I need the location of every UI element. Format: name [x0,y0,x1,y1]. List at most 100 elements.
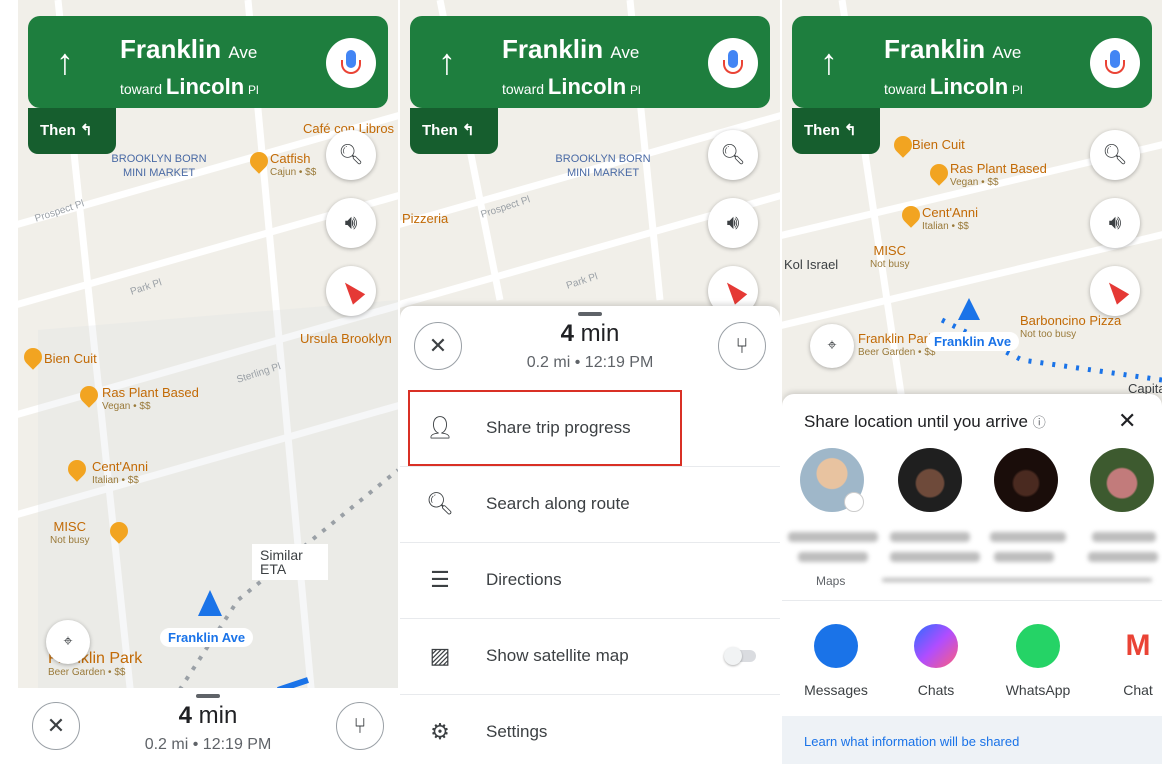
navigation-screen-share: Bien Cuit Ras Plant Based Vegan • $$ Cent… [782,0,1162,764]
poi-bien-cuit[interactable]: Bien Cuit [44,352,97,366]
sheet-handle[interactable] [578,312,602,316]
fork-route-icon: ⑂ [735,333,749,358]
share-app-messages[interactable]: Messages [786,624,886,698]
poi-brooklyn-born[interactable]: BROOKLYN BORN MINI MARKET [104,152,214,180]
nav-toward-suffix: Pl [248,83,259,97]
compass-icon [720,277,748,305]
current-street-label: Franklin Ave [160,628,254,647]
list-icon: ☰ [430,567,450,592]
blurred-contact-name [990,532,1066,542]
poi-centanni[interactable]: Cent'Anni Italian • $$ [922,206,978,234]
menu-search-along-route[interactable]: 🔍︎ Search along route [400,466,780,543]
trip-bottom-bar[interactable]: ✕ 4 min 0.2 mi • 12:19 PM ⑂ [18,688,398,764]
navigation-screen-map: Café con Libros Catfish Cajun • $$ BROOKL… [18,0,398,764]
nav-toward-street: Lincoln [929,74,1009,99]
recenter-location-button[interactable]: ⌖ [810,324,854,368]
nav-street-suffix: Ave [610,43,640,62]
poi-barboncino[interactable]: Barboncino Pizza Not too busy [1020,314,1121,342]
turn-instruction-card[interactable]: ↑ Franklin Ave toward Lincoln Pl [792,16,1152,108]
contact-avatar[interactable] [994,448,1058,512]
poi-catfish[interactable]: Catfish Cajun • $$ [270,152,316,180]
voice-search-button[interactable] [326,38,376,88]
menu-share-trip-progress[interactable]: 👤︎ Share trip progress [400,390,780,467]
maps-badge-icon [844,492,864,512]
recenter-location-button[interactable]: ⌖ [46,620,90,664]
poi-bien-cuit[interactable]: Bien Cuit [912,138,965,152]
share-app-chats[interactable]: Chats [886,624,986,698]
poi-ursula[interactable]: Ursula Brooklyn [300,332,392,346]
voice-search-button[interactable] [1090,38,1140,88]
compass-icon [338,277,366,305]
search-button[interactable]: 🔍︎ [1090,130,1140,180]
turn-instruction-card[interactable]: ↑ Franklin Ave toward Lincoln Pl [28,16,388,108]
blurred-contact-name [798,552,868,562]
search-icon: 🔍︎ [1102,144,1128,166]
turn-left-icon: ↰ [844,122,857,139]
eta-unit: min [580,320,620,347]
straight-arrow-icon: ↑ [438,41,456,82]
learn-more-banner[interactable]: Learn what information will be shared [782,716,1162,764]
nav-toward-suffix: Pl [1012,83,1023,97]
poi-ras-plant-based[interactable]: Ras Plant Based Vegan • $$ [102,386,199,414]
nav-street-name: Franklin [120,34,222,64]
sound-button[interactable]: 🔊︎ [326,198,376,248]
poi-brooklyn-born[interactable]: BROOKLYN BORN MINI MARKET [548,152,658,180]
nav-toward-suffix: Pl [630,83,641,97]
poi-pizzeria[interactable]: Pizzeria [402,212,448,226]
share-app-chat[interactable]: M Chat [1088,624,1162,698]
contact-avatar[interactable] [1090,448,1154,512]
eta-arrival: 12:19 PM [202,736,272,753]
share-sheet-title: Share location until you arrive ⓘ [804,412,1046,431]
search-icon: 🔍︎ [426,491,454,516]
turn-instruction-card[interactable]: ↑ Franklin Ave toward Lincoln Pl [410,16,770,108]
search-button[interactable]: 🔍︎ [708,130,758,180]
poi-centanni[interactable]: Cent'Anni Italian • $$ [92,460,148,488]
similar-eta-callout[interactable]: Similar ETA [252,544,328,580]
poi-franklin-park[interactable]: Franklin Park Beer Garden • $$ [858,332,935,360]
compass-button[interactable] [1090,266,1140,316]
eta-minutes: 4 [178,702,192,729]
poi-ras-plant-based[interactable]: Ras Plant Based Vegan • $$ [950,162,1047,190]
toggle-knob [724,647,742,665]
whatsapp-icon [1016,624,1060,668]
blurred-contact-name [1092,532,1156,542]
share-person-icon: 👤︎ [426,415,454,440]
poi-kol-israel[interactable]: Kol Israel [784,258,838,272]
sound-button[interactable]: 🔊︎ [708,198,758,248]
trip-options-sheet[interactable]: ✕ 4 min 0.2 mi • 12:19 PM ⑂ 👤︎ Share tri… [400,306,780,764]
sheet-handle[interactable] [196,694,220,698]
contact-avatar[interactable] [898,448,962,512]
compass-button[interactable] [326,266,376,316]
nav-toward-label: toward [502,81,545,97]
nav-street-suffix: Ave [228,43,258,62]
nav-toward-street: Lincoln [165,74,245,99]
nav-toward-label: toward [884,81,927,97]
blurred-contact-name [890,552,980,562]
close-icon: ✕ [1118,408,1137,433]
poi-misc[interactable]: MISC Not busy [870,244,909,272]
sound-button[interactable]: 🔊︎ [1090,198,1140,248]
share-app-whatsapp[interactable]: WhatsApp [988,624,1088,698]
menu-directions[interactable]: ☰ Directions [400,542,780,619]
location-target-icon: ⌖ [63,633,73,650]
menu-show-satellite-map[interactable]: ▨ Show satellite map [400,618,780,695]
help-icon[interactable]: ⓘ [1033,415,1046,430]
close-share-button[interactable]: ✕ [1118,408,1136,434]
blurred-contact-name [788,532,878,542]
current-location-arrow-icon [958,298,980,320]
alternate-routes-button[interactable]: ⑂ [718,322,766,370]
alternate-routes-button[interactable]: ⑂ [336,702,384,750]
microphone-icon [1105,50,1125,74]
voice-search-button[interactable] [708,38,758,88]
microphone-icon [341,50,361,74]
learn-more-link[interactable]: Learn what information will be shared [804,734,1019,749]
satellite-toggle[interactable] [724,647,756,665]
eta-minutes: 4 [560,320,574,347]
blurred-contact-name [994,552,1054,562]
poi-misc[interactable]: MISC Not busy [50,520,89,548]
menu-settings[interactable]: ⚙ Settings [400,694,780,764]
divider [782,600,1162,601]
nav-toward-street: Lincoln [547,74,627,99]
then-turn-indicator: Then ↰ [28,108,116,154]
search-button[interactable]: 🔍︎ [326,130,376,180]
